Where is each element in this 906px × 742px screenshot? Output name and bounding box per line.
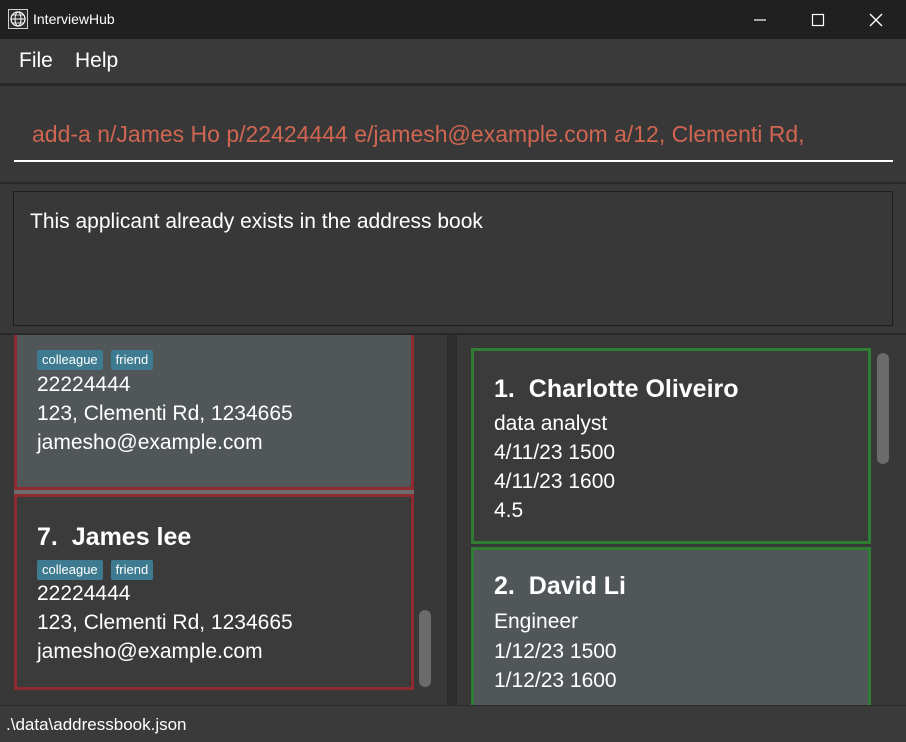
result-panel: This applicant already exists in the add… [0,184,906,334]
menu-file[interactable]: File [19,49,53,73]
interview-card[interactable]: 1. Charlotte Oliveiro data analyst 4/11/… [471,348,871,544]
applicant-email: jamesho@example.com [37,431,263,454]
applicant-address: 123, Clementi Rd, 1234665 [37,402,293,425]
interview-start: 1/12/23 1500 [494,640,617,663]
close-icon [869,13,883,26]
applicant-name: 7. James lee [37,523,191,552]
applicant-phone: 22224444 [37,373,131,396]
applicant-card[interactable]: 7. James lee colleague friend 22224444 1… [14,494,414,690]
interview-name: 2. David Li [494,572,626,601]
applicant-index: 7. [37,523,58,551]
window-title: InterviewHub [33,11,115,27]
tag-friend: friend [110,560,154,580]
applicant-scrollbar[interactable] [419,610,431,687]
applicant-name-text: James lee [71,523,192,551]
applicant-card[interactable]: colleague friend 22224444 123, Clementi … [14,335,414,490]
status-bar: .\data\addressbook.json [0,705,906,742]
applicant-list[interactable]: colleague friend 22224444 123, Clementi … [0,335,448,705]
interview-list[interactable]: 1. Charlotte Oliveiro data analyst 4/11/… [456,335,906,705]
interview-name-text: David Li [528,572,627,600]
tag-list: colleague friend [37,350,154,370]
command-input[interactable]: add-a n/James Ho p/22424444 e/jamesh@exa… [14,114,893,162]
interview-index: 2. [494,572,515,600]
tag-colleague: colleague [37,350,103,370]
minimize-icon [754,18,766,21]
interview-name: 1. Charlotte Oliveiro [494,375,739,404]
title-bar: InterviewHub [0,0,906,39]
interview-end: 4/11/23 1600 [494,470,616,493]
maximize-icon [811,13,825,26]
applicant-email: jamesho@example.com [37,640,263,663]
interview-end: 1/12/23 1600 [494,669,617,692]
interview-start: 4/11/23 1500 [494,441,616,464]
close-button[interactable] [847,0,905,39]
list-separator [448,335,456,705]
tag-colleague: colleague [37,560,103,580]
maximize-button[interactable] [789,0,847,39]
interview-index: 1. [494,375,515,403]
applicant-address: 123, Clementi Rd, 1234665 [37,611,293,634]
interview-role: data analyst [494,412,608,435]
tag-friend: friend [110,350,154,370]
menu-help[interactable]: Help [75,49,118,73]
menu-bar: File Help [0,39,906,84]
interview-rating: 4.5 [494,499,524,522]
interview-scrollbar[interactable] [877,353,889,464]
interview-name-text: Charlotte Oliveiro [528,375,739,403]
minimize-button[interactable] [731,0,789,39]
save-file-path: .\data\addressbook.json [6,715,187,734]
tag-list: colleague friend [37,560,154,580]
interview-card[interactable]: 2. David Li Engineer 1/12/23 1500 1/12/2… [471,547,871,705]
interview-role: Engineer [494,610,579,633]
applicant-phone: 22224444 [37,582,131,605]
command-panel: add-a n/James Ho p/22424444 e/jamesh@exa… [0,85,906,183]
result-display: This applicant already exists in the add… [13,191,893,326]
globe-icon [8,9,28,29]
